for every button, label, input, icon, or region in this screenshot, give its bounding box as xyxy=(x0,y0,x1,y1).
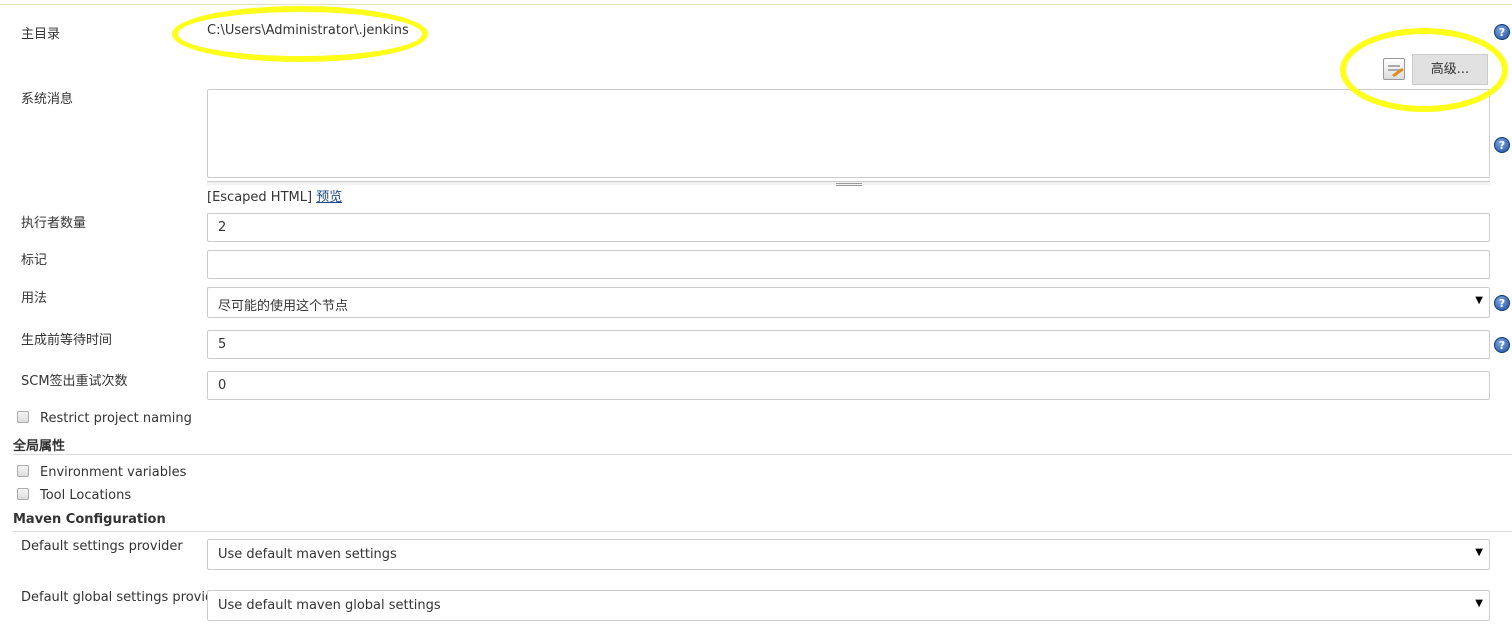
maven-config-heading: Maven Configuration xyxy=(13,512,166,527)
tool-locations-label: Tool Locations xyxy=(40,488,132,503)
help-icon[interactable]: ? xyxy=(1494,295,1510,311)
dropdown-arrow-icon: ▼ xyxy=(1475,598,1483,609)
help-icon[interactable]: ? xyxy=(1494,137,1510,153)
system-message-label: 系统消息 xyxy=(21,92,74,107)
executors-label: 执行者数量 xyxy=(21,216,87,231)
default-settings-select[interactable]: Use default maven settings ▼ xyxy=(207,539,1490,570)
section-divider xyxy=(13,531,1512,532)
global-properties-heading: 全局属性 xyxy=(13,439,66,454)
default-global-settings-select[interactable]: Use default maven global settings ▼ xyxy=(207,590,1490,621)
quiet-period-input[interactable]: 5 xyxy=(207,330,1490,359)
textarea-resize-handle[interactable] xyxy=(207,181,1490,186)
usage-label: 用法 xyxy=(21,291,48,306)
tool-locations-checkbox[interactable] xyxy=(17,488,29,500)
usage-select[interactable]: 尽可能的使用这个节点 ▼ xyxy=(207,287,1490,318)
preview-link[interactable]: 预览 xyxy=(316,190,342,205)
system-message-textarea[interactable] xyxy=(207,89,1490,178)
env-vars-label: Environment variables xyxy=(40,465,187,480)
scm-retry-label: SCM签出重试次数 xyxy=(21,374,128,389)
home-dir-value: C:\Users\Administrator\.jenkins xyxy=(207,23,409,38)
default-settings-label: Default settings provider xyxy=(21,539,183,554)
help-icon[interactable]: ? xyxy=(1494,24,1510,40)
restrict-naming-checkbox[interactable] xyxy=(17,411,29,423)
usage-value: 尽可能的使用这个节点 xyxy=(218,299,349,314)
dropdown-arrow-icon: ▼ xyxy=(1475,295,1483,306)
notepad-edit-icon xyxy=(1383,58,1405,80)
labels-input[interactable] xyxy=(207,250,1490,279)
advanced-button[interactable]: 高级... xyxy=(1412,54,1488,85)
restrict-naming-label: Restrict project naming xyxy=(40,411,192,426)
top-divider xyxy=(0,4,1512,5)
default-global-settings-value: Use default maven global settings xyxy=(218,598,441,613)
escaped-html-label: [Escaped HTML] xyxy=(207,190,313,205)
dropdown-arrow-icon: ▼ xyxy=(1475,547,1483,558)
executors-input[interactable]: 2 xyxy=(207,213,1490,242)
default-settings-value: Use default maven settings xyxy=(218,547,397,562)
env-vars-checkbox[interactable] xyxy=(17,465,29,477)
section-divider xyxy=(13,454,1512,455)
quiet-period-label: 生成前等待时间 xyxy=(21,333,113,348)
labels-label: 标记 xyxy=(21,253,48,268)
scm-retry-input[interactable]: 0 xyxy=(207,371,1490,400)
help-icon[interactable]: ? xyxy=(1494,337,1510,353)
default-global-settings-label: Default global settings provider xyxy=(21,590,227,605)
home-dir-label: 主目录 xyxy=(21,27,61,42)
